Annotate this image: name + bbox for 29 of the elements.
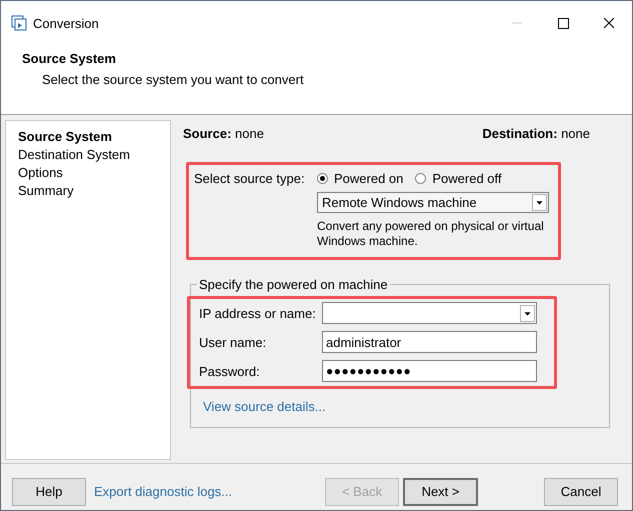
ip-address-field[interactable] — [322, 302, 537, 324]
export-logs-link[interactable]: Export diagnostic logs... — [94, 484, 232, 499]
view-details-link[interactable]: View source details... — [203, 399, 326, 414]
machine-type-dropdown[interactable]: Remote Windows machine — [317, 192, 549, 213]
page-subtitle: Select the source system you want to convert — [42, 72, 305, 87]
app-icon — [11, 15, 27, 31]
radio-label[interactable]: Powered off — [432, 171, 502, 186]
sidebar-item[interactable]: Summary — [18, 183, 170, 198]
page-title: Source System — [22, 51, 117, 66]
radio-button[interactable] — [317, 173, 328, 184]
password-label: Password: — [199, 364, 261, 378]
radio-button[interactable] — [415, 173, 426, 184]
radio-label[interactable]: Powered on — [334, 171, 404, 186]
help-button[interactable]: Help — [12, 478, 86, 506]
ip-label: IP address or name: — [199, 306, 317, 320]
cancel-button[interactable]: Cancel — [544, 478, 618, 506]
user-name-label: User name: — [199, 334, 268, 350]
destination-summary: Destination: none — [482, 126, 590, 141]
window-title: Conversion — [33, 16, 99, 30]
source-type-label: Select source type: — [194, 171, 306, 186]
group-legend: Specify the powered on machine — [197, 277, 390, 292]
sidebar-item[interactable]: Source System — [18, 129, 170, 144]
user-name-field[interactable]: administrator — [322, 331, 537, 353]
next-button[interactable]: Next > — [403, 478, 478, 506]
password-field[interactable]: ●●●●●●●●●●● — [322, 360, 537, 382]
source-type-description: Convert any powered on physical or virtual Windows machine. — [317, 219, 545, 249]
source-summary: Source: none — [183, 126, 264, 141]
sidebar-item[interactable]: Options — [18, 165, 170, 180]
sidebar-item[interactable]: Destination System — [18, 147, 170, 162]
